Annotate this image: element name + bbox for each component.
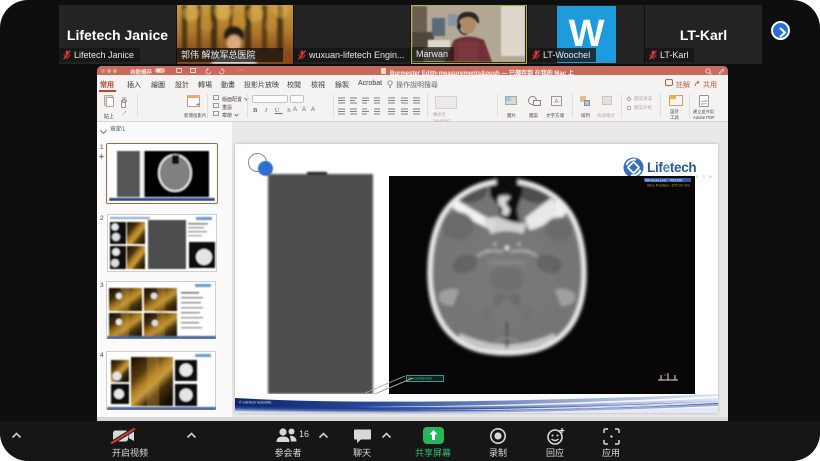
svg-text:1:1: 1:1 [664,373,669,377]
